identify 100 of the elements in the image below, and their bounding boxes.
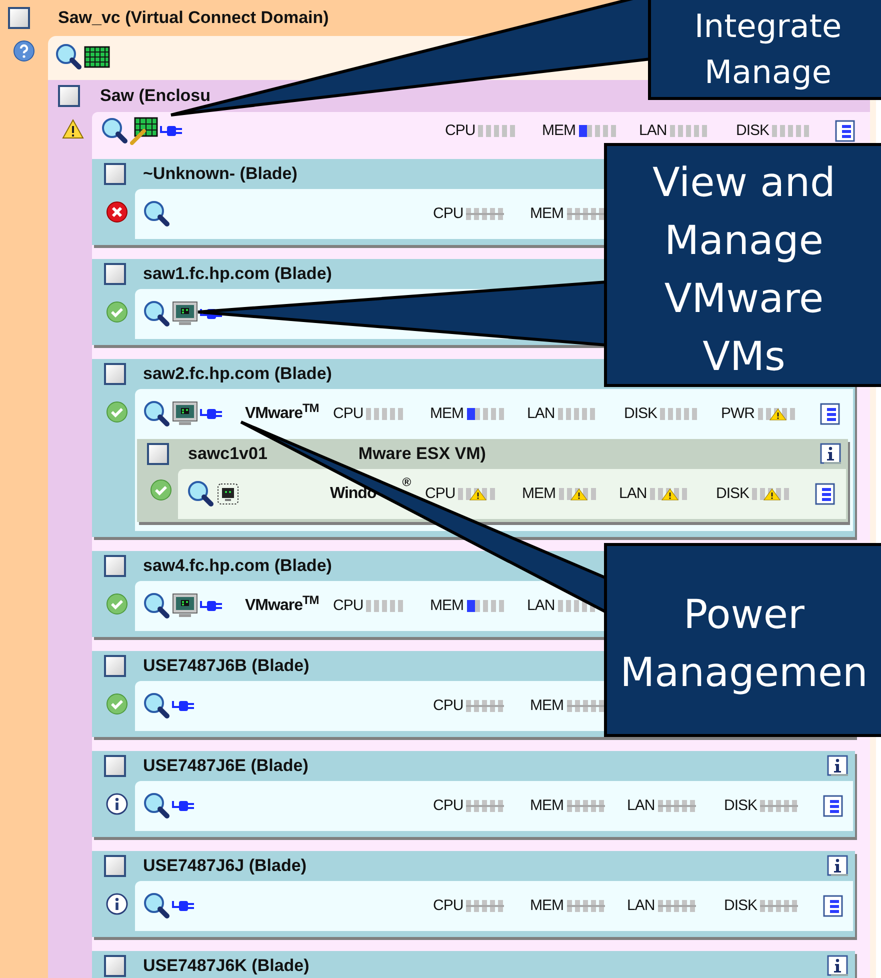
meter-bar <box>458 488 496 500</box>
panel-title: saw2.fc.hp.com (Blade) <box>143 363 332 386</box>
report-icon[interactable] <box>813 482 837 506</box>
callout-text: VMs <box>702 333 786 382</box>
meter-label: DISK <box>624 404 658 424</box>
meter-bar <box>366 600 404 612</box>
meter-bar <box>660 408 698 420</box>
monitor-icon[interactable] <box>172 593 198 619</box>
meter-bar <box>760 900 798 912</box>
meter-label: MEM <box>430 404 464 424</box>
meter-label: LAN <box>619 484 647 504</box>
meter-bar <box>752 488 790 500</box>
checkbox[interactable] <box>58 85 80 107</box>
panel-title: Saw (Enclosu <box>100 85 211 108</box>
meter-bar <box>670 125 707 137</box>
checkbox[interactable] <box>104 955 126 977</box>
vendor-logo-text: VMware$^{TM}$ <box>245 594 319 616</box>
grid-wrench-icon[interactable] <box>130 117 158 145</box>
meter-label: MEM <box>530 896 564 916</box>
callout-text: Integrate <box>694 6 842 47</box>
magnifier-icon[interactable] <box>142 200 170 228</box>
meter-bar <box>658 800 696 812</box>
magnifier-icon[interactable] <box>142 300 170 328</box>
checkbox[interactable] <box>104 855 126 877</box>
callout-text: Manage <box>664 217 824 266</box>
registered-mark: ® <box>402 474 412 491</box>
meter-label: DISK <box>724 796 758 816</box>
info-button-icon[interactable] <box>827 955 849 977</box>
ok-icon <box>106 401 128 423</box>
panel-title: USE7487J6K (Blade) <box>143 955 310 978</box>
meter-label: LAN <box>627 796 655 816</box>
monitor-icon[interactable] <box>172 401 198 427</box>
callout-text: Manage <box>704 52 832 93</box>
magnifier-icon[interactable] <box>100 117 128 145</box>
meter-bar <box>658 900 696 912</box>
ok-icon <box>150 479 172 501</box>
vm-monitor-icon[interactable] <box>216 482 240 506</box>
panel-title: Saw_vc (Virtual Connect Domain) <box>58 7 329 30</box>
vendor-logo-text: VMware$^{TM}$ <box>245 402 319 424</box>
magnifier-icon[interactable] <box>142 592 170 620</box>
warning-icon <box>62 118 84 140</box>
magnifier-icon[interactable] <box>142 400 170 428</box>
checkbox[interactable] <box>104 655 126 677</box>
checkbox[interactable] <box>104 363 126 385</box>
checkbox[interactable] <box>104 263 126 285</box>
panel-title: ~Unknown- (Blade) <box>143 163 298 186</box>
magnifier-icon[interactable] <box>142 892 170 920</box>
checkbox[interactable] <box>8 7 30 29</box>
ok-icon <box>106 593 128 615</box>
meter-bar <box>478 125 516 137</box>
magnifier-icon[interactable] <box>142 692 170 720</box>
magnifier-icon[interactable] <box>142 792 170 820</box>
grid-icon[interactable] <box>84 44 110 70</box>
checkbox[interactable] <box>104 755 126 777</box>
report-icon[interactable] <box>833 119 857 143</box>
meter-label: CPU <box>333 404 364 424</box>
meter-label: LAN <box>627 896 655 916</box>
panel-title: saw1.fc.hp.com (Blade) <box>143 263 332 286</box>
info-icon <box>106 893 128 915</box>
checkbox[interactable] <box>147 443 169 465</box>
checkbox[interactable] <box>104 163 126 185</box>
ok-icon <box>106 693 128 715</box>
report-icon[interactable] <box>821 894 845 918</box>
meter-bar <box>772 125 810 137</box>
meter-label: CPU <box>433 204 464 224</box>
meter-bar <box>566 900 604 912</box>
meter-bar <box>558 408 595 420</box>
report-icon[interactable] <box>821 794 845 818</box>
checkbox[interactable] <box>104 555 126 577</box>
help-icon <box>13 40 35 62</box>
meter-label: LAN <box>527 404 555 424</box>
meter-bar <box>466 900 504 912</box>
meter-bar <box>650 488 687 500</box>
meter-label: CPU <box>433 696 464 716</box>
ok-icon <box>106 301 128 323</box>
meter-bar <box>558 488 596 500</box>
meter-label: CPU <box>433 896 464 916</box>
meter-bar <box>566 208 604 220</box>
info-button-icon[interactable] <box>827 855 849 877</box>
info-button-icon[interactable] <box>820 443 842 465</box>
meter-label: DISK <box>736 120 770 141</box>
meter-label: CPU <box>433 796 464 816</box>
meter-bar <box>466 208 504 220</box>
callout-text: Managemen <box>620 649 868 698</box>
meter-label: LAN <box>527 596 555 616</box>
meter-bar <box>566 700 604 712</box>
report-icon[interactable] <box>818 402 842 426</box>
info-button-icon[interactable] <box>827 755 849 777</box>
meter-label: MEM <box>522 484 556 504</box>
callout-text: Power <box>684 591 804 640</box>
monitor-icon[interactable] <box>172 301 198 327</box>
meter-label: MEM <box>542 120 576 141</box>
magnifier-icon[interactable] <box>186 480 214 508</box>
meter-bar <box>466 408 504 420</box>
meter-bar <box>760 800 798 812</box>
meter-label: CPU <box>333 596 364 616</box>
meter-label: DISK <box>716 484 750 504</box>
meter-bar <box>566 800 604 812</box>
magnifier-icon[interactable] <box>54 43 82 71</box>
meter-label: MEM <box>530 696 564 716</box>
